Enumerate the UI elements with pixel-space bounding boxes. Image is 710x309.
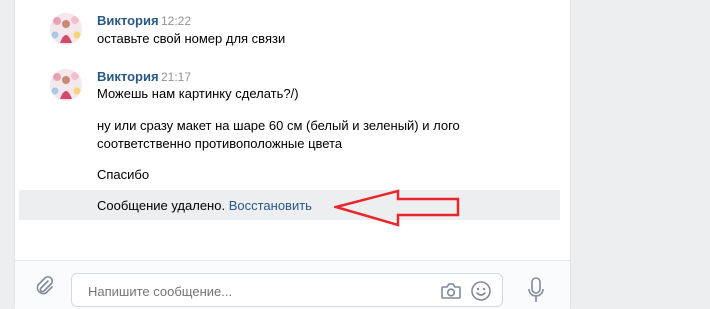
microphone-icon[interactable] bbox=[527, 277, 545, 303]
deleted-message-notice: Сообщение удалено. Восстановить bbox=[97, 198, 312, 213]
avatar[interactable] bbox=[50, 13, 82, 45]
message-text: оставьте свой номер для связи bbox=[97, 31, 286, 46]
message-text: ну или сразу макет на шаре 60 см (белый … bbox=[97, 118, 460, 133]
restore-link[interactable]: Восстановить bbox=[229, 198, 312, 213]
deleted-message-row: Сообщение удалено. Восстановить bbox=[19, 190, 560, 220]
chat-panel: Виктория 12:22 оставьте свой номер для с… bbox=[14, 0, 571, 309]
camera-icon[interactable] bbox=[440, 281, 462, 301]
message-time[interactable]: 21:17 bbox=[161, 70, 191, 84]
message-time[interactable]: 12:22 bbox=[161, 14, 191, 28]
message-text: Спасибо bbox=[97, 167, 150, 182]
message-text: Можешь нам картинку сделать?/) bbox=[97, 86, 299, 101]
avatar[interactable] bbox=[50, 69, 82, 101]
message-composer bbox=[15, 260, 570, 309]
message-input[interactable] bbox=[86, 283, 420, 300]
paperclip-icon[interactable] bbox=[33, 275, 55, 297]
deleted-message-text: Сообщение удалено. bbox=[97, 198, 226, 213]
smile-icon[interactable] bbox=[470, 280, 492, 302]
message-author[interactable]: Виктория bbox=[97, 13, 159, 28]
message-input-box[interactable] bbox=[71, 273, 503, 307]
annotation-arrow-icon bbox=[334, 189, 460, 227]
message-text: соответственно противоположные цвета bbox=[97, 136, 343, 151]
message-author[interactable]: Виктория bbox=[97, 69, 159, 84]
